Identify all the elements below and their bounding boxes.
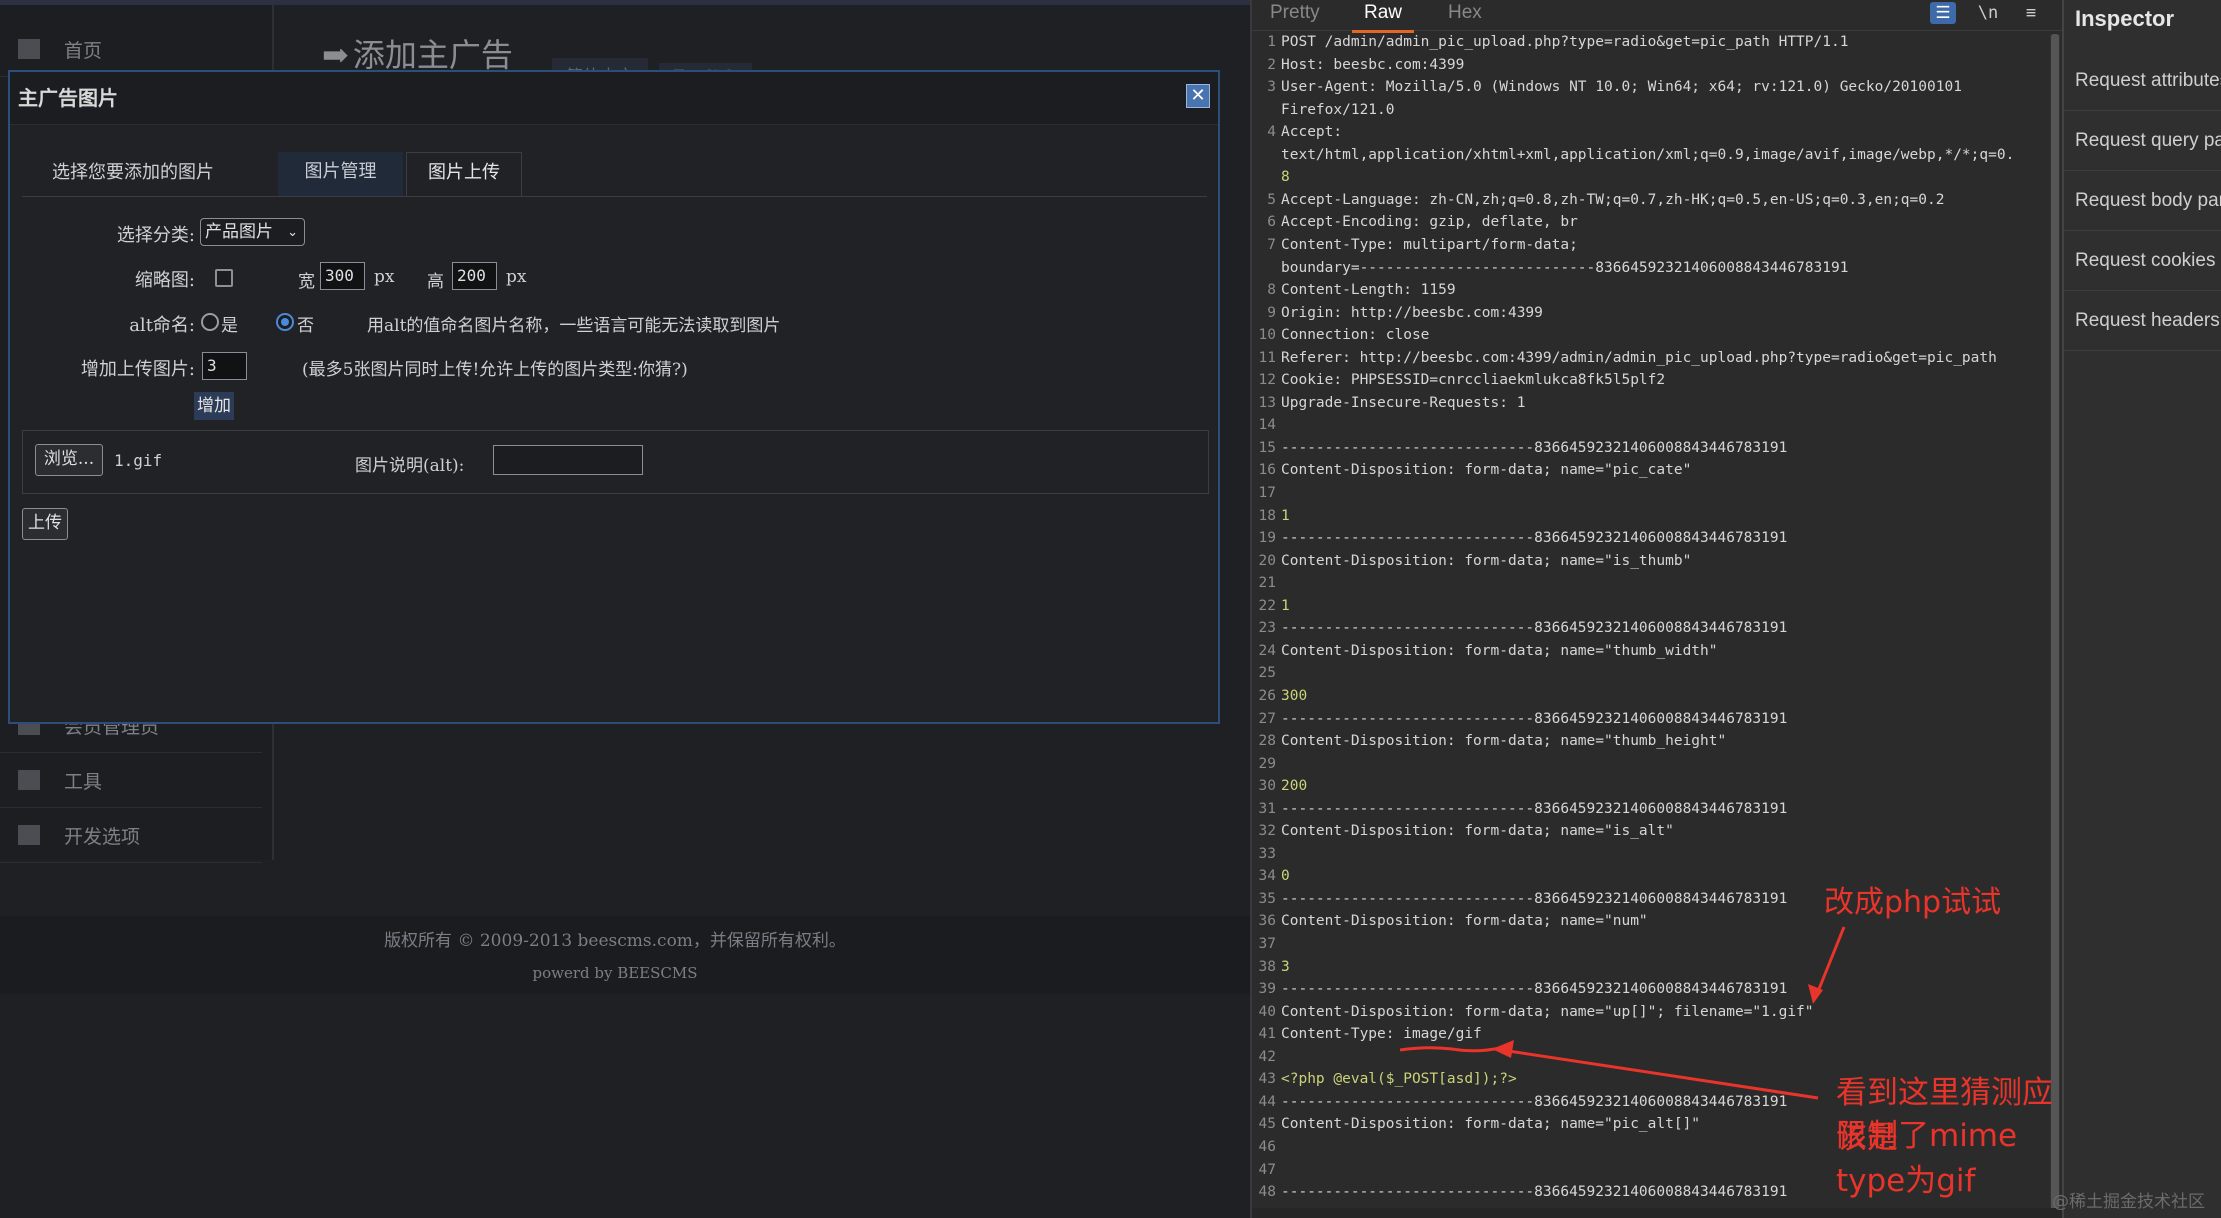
category-select[interactable]: 产品图片 ⌄ (200, 218, 305, 246)
sidebar-item-home[interactable]: 首页 (0, 22, 262, 77)
chevron-down-icon: ⌄ (287, 225, 298, 240)
alt-hint: 用alt的值命名图片名称，一些语言可能无法读取到图片 (367, 316, 781, 336)
inspector-item-label: Request query parameters (2075, 130, 2221, 151)
add-button[interactable]: 增加 (194, 392, 234, 420)
browse-button[interactable]: 浏览... (35, 444, 103, 476)
alt-no-radio[interactable] (276, 313, 294, 331)
sidebar-item-dev-options[interactable]: 开发选项 (0, 808, 262, 863)
inspector-request-body[interactable]: Request body parameters (2064, 172, 2221, 231)
width-unit: px (374, 267, 395, 287)
footer: 版权所有 © 2009-2013 beescms.com，并保留所有权利。 po… (0, 916, 1250, 994)
cms-admin-page: 首页 会员管理员 工具 开发选项 ➡添加主广告 简体中文 English 版权所… (0, 0, 1250, 1218)
thumbnail-checkbox[interactable] (215, 269, 233, 287)
add-upload-hint: (最多5张图片同时上传!允许上传的图片类型:你猜?) (302, 360, 688, 380)
copyright-text: 版权所有 © 2009-2013 beescms.com，并保留所有权利。 (384, 931, 846, 951)
inspector-title: Inspector (2075, 6, 2175, 31)
close-icon[interactable]: ✕ (1186, 84, 1210, 108)
inspector-request-cookies[interactable]: Request cookies (2064, 232, 2221, 291)
tab-image-upload[interactable]: 图片上传 (406, 152, 522, 197)
inspector-request-query[interactable]: Request query parameters (2064, 112, 2221, 171)
upload-button[interactable]: 上传 (22, 508, 68, 540)
underline-image-gif (1399, 1046, 1501, 1053)
tab-image-management[interactable]: 图片管理 (278, 152, 403, 196)
home-icon (18, 39, 40, 59)
alt-no-label: 否 (297, 316, 314, 336)
dialog-title: 主广告图片 (18, 86, 118, 110)
inspector-request-headers[interactable]: Request headers (2064, 292, 2221, 351)
alt-naming-label: alt命名: (129, 315, 195, 336)
width-label: 宽 (298, 272, 315, 292)
arrow-to-content-type (1501, 1048, 1819, 1100)
thumb-width-input[interactable]: 300 (320, 262, 365, 290)
tab-divider (22, 196, 1207, 197)
inspector-item-label: Request cookies (2075, 250, 2216, 271)
height-label: 高 (427, 272, 444, 292)
alt-yes-label: 是 (221, 316, 238, 336)
arrow-right-icon: ➡ (322, 36, 349, 74)
upload-row: 浏览... 1.gif 图片说明(alt): (22, 430, 1209, 494)
watermark: @稀土掘金技术社区 (2052, 1192, 2205, 1212)
request-viewer: Pretty Raw Hex ☰ \n ≡ 1 POST /admin/admin… (1250, 0, 2064, 1218)
inspector-request-attributes[interactable]: Request attributes (2064, 52, 2221, 111)
category-label: 选择分类: (116, 225, 195, 246)
category-select-value: 产品图片 (205, 222, 273, 242)
pic-desc-input[interactable] (493, 445, 643, 475)
height-unit: px (506, 267, 527, 287)
add-upload-label: 增加上传图片: (80, 359, 195, 380)
dialog-titlebar: 主广告图片 ✕ (10, 72, 1218, 125)
alt-yes-radio[interactable] (201, 313, 219, 331)
dev-options-icon (18, 825, 40, 845)
arrow-to-filename (1815, 926, 1846, 995)
page-title-text: 添加主广告 (352, 36, 513, 74)
inspector-item-label: Request attributes (2075, 70, 2221, 91)
sidebar-item-label: 首页 (64, 40, 103, 62)
tabs-label: 选择您要添加的图片 (52, 162, 214, 183)
sidebar-item-label: 工具 (64, 771, 103, 793)
sidebar-item-label: 开发选项 (64, 826, 141, 848)
file-name: 1.gif (114, 451, 163, 470)
annotation-arrows (1399, 926, 1846, 1100)
main-ad-image-dialog: 主广告图片 ✕ 选择您要添加的图片 图片管理 图片上传 选择分类: 产品图片 ⌄… (8, 70, 1220, 724)
inspector-panel: Inspector Request attributes Request que… (2062, 0, 2221, 1218)
sidebar-item-tools[interactable]: 工具 (0, 753, 262, 808)
powered-by-text: powerd by BEESCMS (532, 964, 698, 982)
inspector-item-label: Request body parameters (2075, 190, 2221, 211)
add-upload-count-input[interactable]: 3 (202, 352, 247, 380)
inspector-item-label: Request headers (2075, 310, 2220, 331)
pic-desc-label: 图片说明(alt): (355, 456, 465, 476)
tools-icon (18, 770, 40, 790)
thumbnail-label: 缩略图: (134, 270, 195, 291)
thumb-height-input[interactable]: 200 (452, 262, 497, 290)
